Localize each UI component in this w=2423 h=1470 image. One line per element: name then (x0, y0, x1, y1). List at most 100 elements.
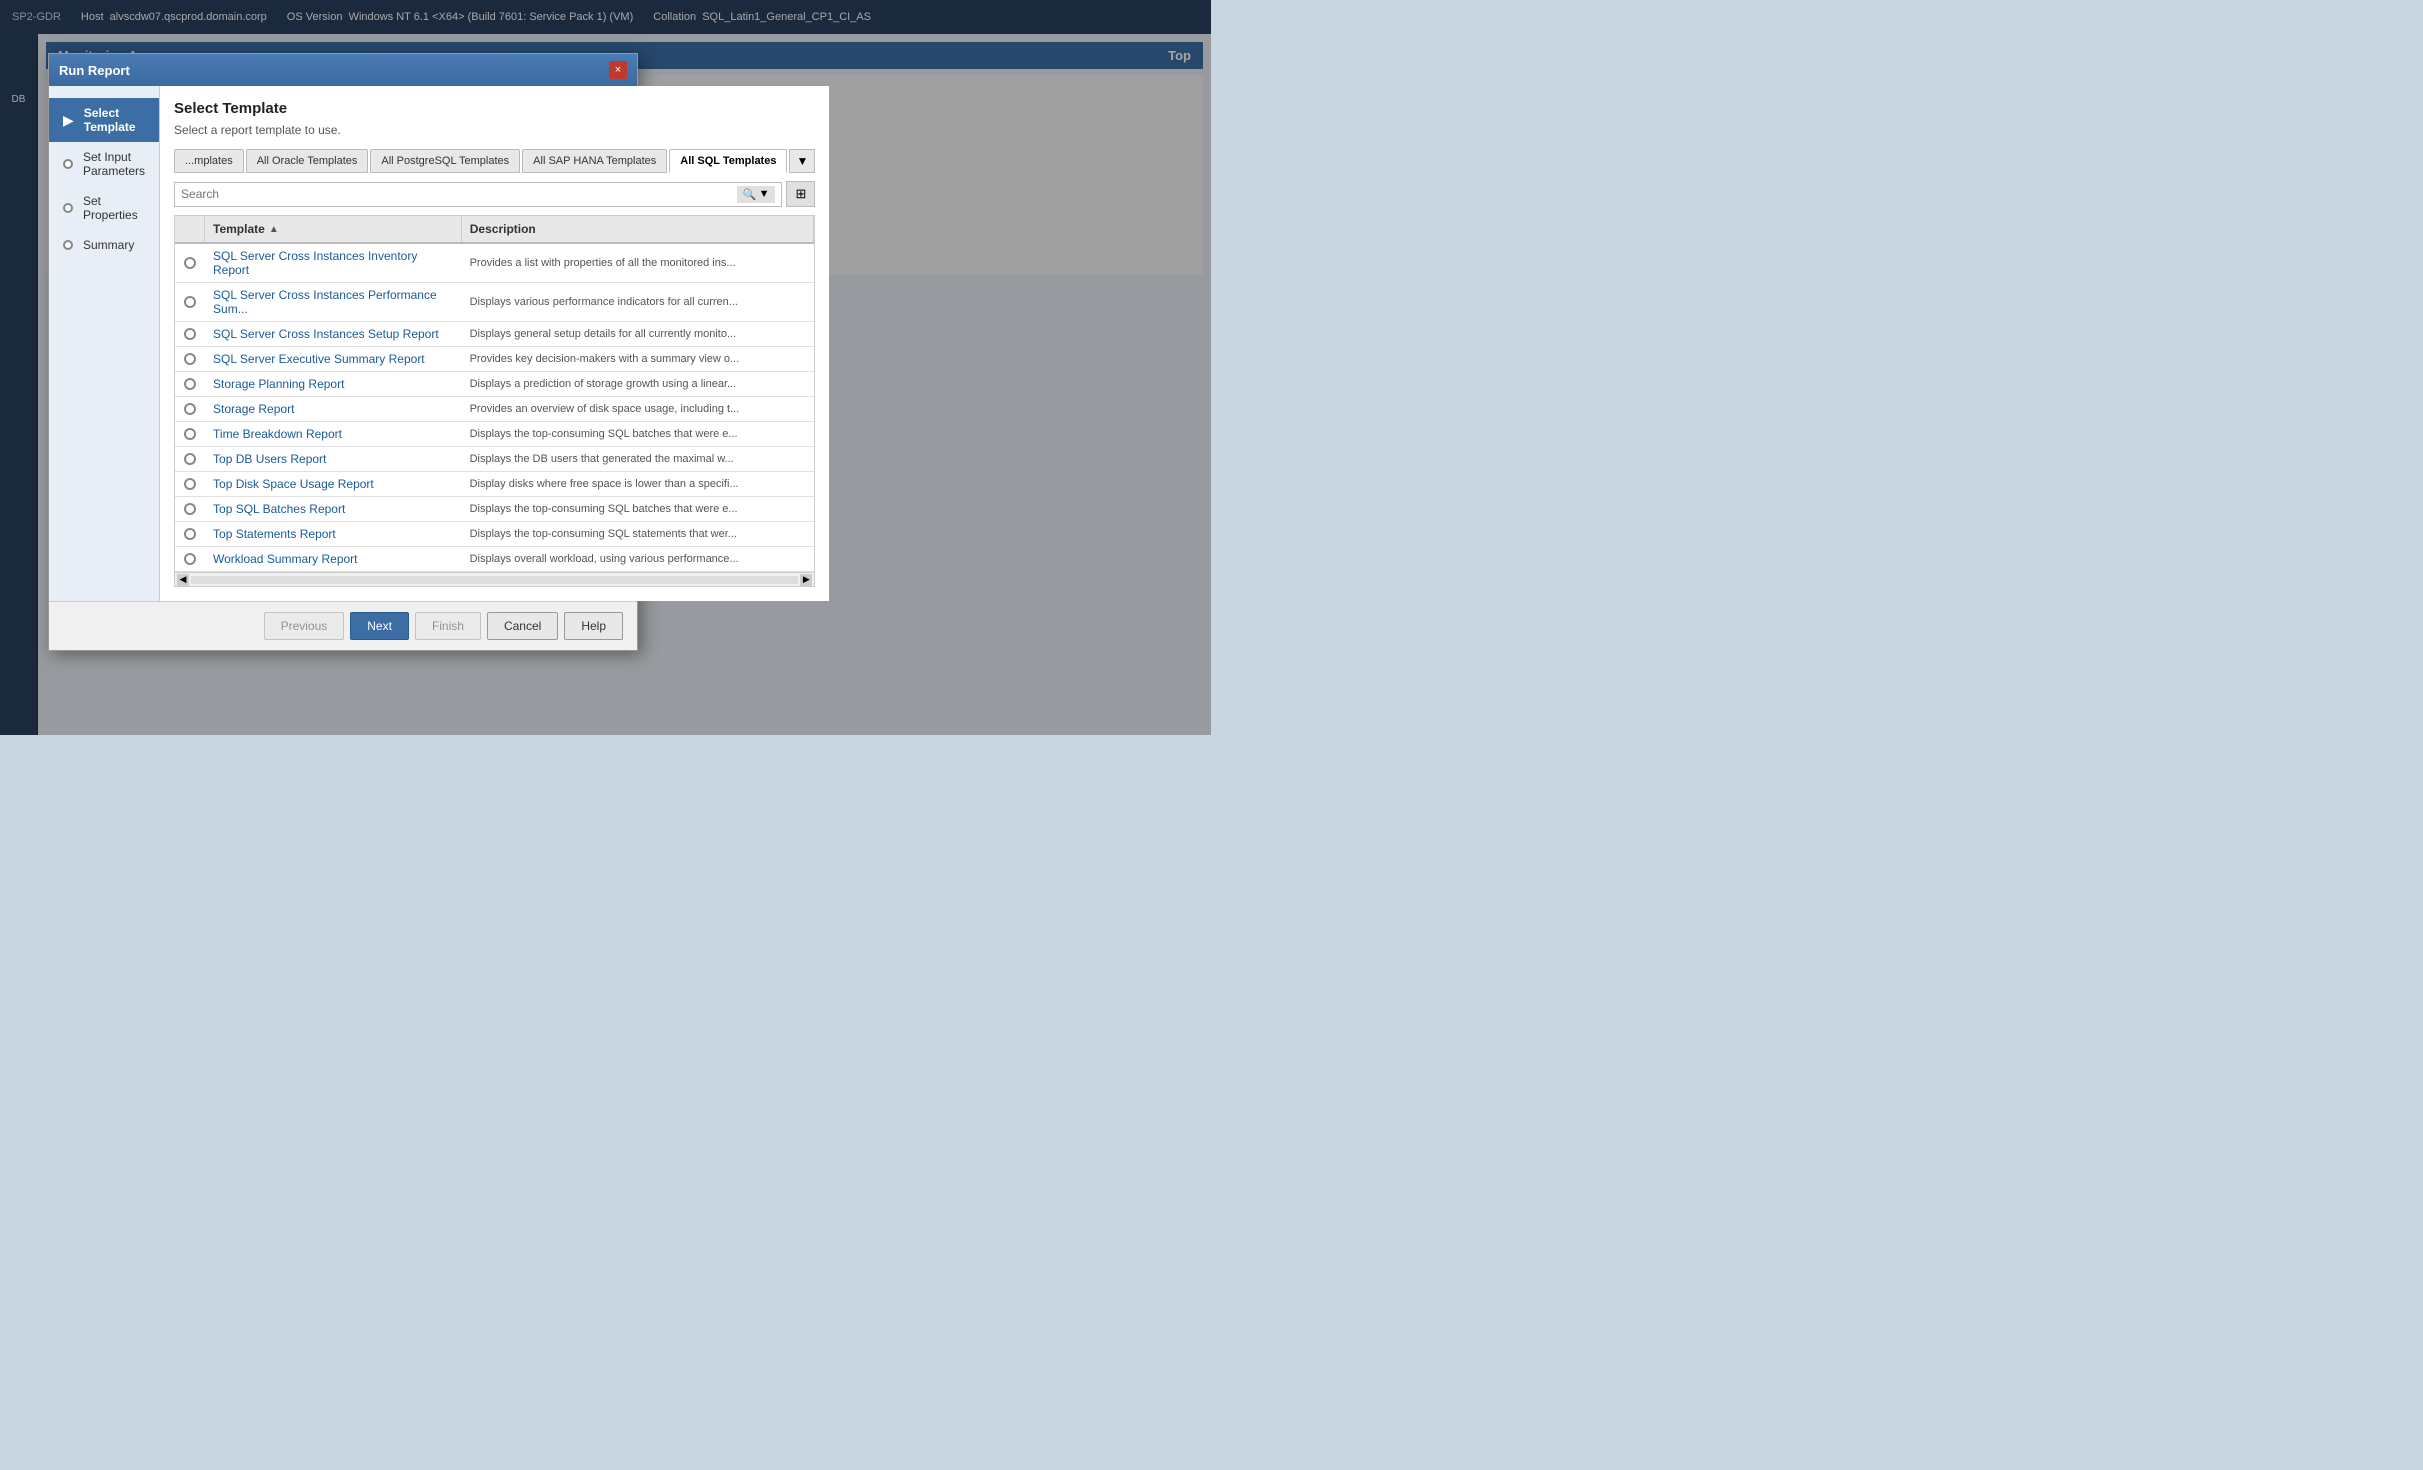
radio-button-5[interactable] (184, 378, 196, 390)
horizontal-scrollbar[interactable]: ◀ ▶ (175, 572, 814, 586)
template-cell-5: Storage Planning Report (205, 372, 462, 396)
modal-overlay: Run Report × ▶ Select Template Set Input… (0, 0, 1211, 735)
wizard-step-summary[interactable]: Summary (49, 230, 159, 260)
radio-cell-12[interactable] (175, 548, 205, 570)
template-cell-10: Top SQL Batches Report (205, 497, 462, 521)
finish-button[interactable]: Finish (415, 612, 481, 640)
col-header-description: Description (462, 216, 815, 242)
scroll-track-h[interactable] (191, 576, 798, 584)
wizard-step-label-4: Summary (83, 238, 134, 252)
radio-cell-6[interactable] (175, 398, 205, 420)
description-cell-8: Displays the DB users that generated the… (462, 448, 815, 470)
radio-button-9[interactable] (184, 478, 196, 490)
active-step-arrow: ▶ (63, 112, 74, 129)
wizard-step-set-properties[interactable]: Set Properties (49, 186, 159, 230)
tab-oracle[interactable]: All Oracle Templates (246, 149, 369, 173)
template-cell-11: Top Statements Report (205, 522, 462, 546)
wizard-step-select-template[interactable]: ▶ Select Template (49, 98, 159, 142)
description-cell-4: Provides key decision-makers with a summ… (462, 348, 815, 370)
radio-button-11[interactable] (184, 528, 196, 540)
template-table: Template ▲ Description SQL Server Cross … (174, 215, 815, 587)
cancel-button[interactable]: Cancel (487, 612, 558, 640)
description-cell-9: Display disks where free space is lower … (462, 473, 815, 495)
radio-button-2[interactable] (184, 296, 196, 308)
radio-button-4[interactable] (184, 353, 196, 365)
modal-body: ▶ Select Template Set Input Parameters S… (49, 86, 637, 601)
search-bar: 🔍 ▼ ⊞ (174, 181, 815, 207)
tab-more-button[interactable]: ▼ (789, 149, 815, 173)
radio-cell-3[interactable] (175, 323, 205, 345)
modal-content-area: Select Template Select a report template… (160, 86, 829, 601)
search-button[interactable]: 🔍 ▼ (737, 186, 776, 203)
radio-cell-11[interactable] (175, 523, 205, 545)
wizard-step-set-input-parameters[interactable]: Set Input Parameters (49, 142, 159, 186)
col-header-radio (175, 216, 205, 242)
tab-mssql[interactable]: ...mplates (174, 149, 244, 173)
search-input[interactable] (181, 187, 733, 201)
table-row[interactable]: Top Disk Space Usage ReportDisplay disks… (175, 472, 814, 497)
radio-cell-8[interactable] (175, 448, 205, 470)
table-row[interactable]: Top SQL Batches ReportDisplays the top-c… (175, 497, 814, 522)
table-row[interactable]: SQL Server Executive Summary ReportProvi… (175, 347, 814, 372)
description-cell-2: Displays various performance indicators … (462, 291, 815, 313)
radio-cell-5[interactable] (175, 373, 205, 395)
radio-button-6[interactable] (184, 403, 196, 415)
table-row[interactable]: SQL Server Cross Instances Performance S… (175, 283, 814, 322)
next-button[interactable]: Next (350, 612, 409, 640)
description-cell-1: Provides a list with properties of all t… (462, 252, 815, 274)
description-cell-5: Displays a prediction of storage growth … (462, 373, 815, 395)
radio-cell-7[interactable] (175, 423, 205, 445)
description-cell-3: Displays general setup details for all c… (462, 323, 815, 345)
table-row[interactable]: SQL Server Cross Instances Inventory Rep… (175, 244, 814, 283)
filter-button[interactable]: ⊞ (786, 181, 815, 207)
template-cell-4: SQL Server Executive Summary Report (205, 347, 462, 371)
content-subtitle: Select a report template to use. (174, 123, 815, 137)
scroll-left-arrow[interactable]: ◀ (177, 574, 189, 586)
table-row[interactable]: Storage ReportProvides an overview of di… (175, 397, 814, 422)
table-row[interactable]: Time Breakdown ReportDisplays the top-co… (175, 422, 814, 447)
help-button[interactable]: Help (564, 612, 623, 640)
modal-close-button[interactable]: × (609, 61, 627, 79)
radio-button-12[interactable] (184, 553, 196, 565)
tab-saphana[interactable]: All SAP HANA Templates (522, 149, 667, 173)
table-row[interactable]: SQL Server Cross Instances Setup ReportD… (175, 322, 814, 347)
radio-button-3[interactable] (184, 328, 196, 340)
description-cell-10: Displays the top-consuming SQL batches t… (462, 498, 815, 520)
radio-cell-10[interactable] (175, 498, 205, 520)
radio-button-7[interactable] (184, 428, 196, 440)
wizard-sidebar: ▶ Select Template Set Input Parameters S… (49, 86, 160, 601)
description-cell-11: Displays the top-consuming SQL statement… (462, 523, 815, 545)
table-body: SQL Server Cross Instances Inventory Rep… (175, 244, 814, 572)
search-icon: 🔍 (743, 188, 757, 201)
radio-cell-9[interactable] (175, 473, 205, 495)
template-cell-3: SQL Server Cross Instances Setup Report (205, 322, 462, 346)
description-cell-12: Displays overall workload, using various… (462, 548, 815, 570)
col-header-template[interactable]: Template ▲ (205, 216, 462, 242)
table-row[interactable]: Workload Summary ReportDisplays overall … (175, 547, 814, 572)
sort-asc-icon: ▲ (269, 224, 279, 235)
table-row[interactable]: Top Statements ReportDisplays the top-co… (175, 522, 814, 547)
table-header: Template ▲ Description (175, 216, 814, 244)
modal-footer: Previous Next Finish Cancel Help (49, 601, 637, 650)
tabs-bar: ...mplates All Oracle Templates All Post… (174, 149, 815, 173)
radio-button-10[interactable] (184, 503, 196, 515)
search-dropdown-arrow: ▼ (759, 188, 770, 200)
previous-button[interactable]: Previous (264, 612, 345, 640)
content-title: Select Template (174, 100, 815, 117)
search-input-wrap: 🔍 ▼ (174, 182, 782, 207)
table-row[interactable]: Top DB Users ReportDisplays the DB users… (175, 447, 814, 472)
table-row[interactable]: Storage Planning ReportDisplays a predic… (175, 372, 814, 397)
scroll-right-arrow[interactable]: ▶ (800, 574, 812, 586)
radio-button-1[interactable] (184, 257, 196, 269)
radio-cell-4[interactable] (175, 348, 205, 370)
col-description-label: Description (470, 222, 536, 236)
modal-dialog: Run Report × ▶ Select Template Set Input… (48, 53, 638, 651)
tab-postgresql[interactable]: All PostgreSQL Templates (370, 149, 520, 173)
tab-sql[interactable]: All SQL Templates (669, 149, 787, 173)
radio-cell-1[interactable] (175, 252, 205, 274)
radio-button-8[interactable] (184, 453, 196, 465)
col-template-label: Template (213, 222, 265, 236)
step-dot-2 (63, 159, 73, 169)
modal-title: Run Report (59, 63, 130, 78)
radio-cell-2[interactable] (175, 291, 205, 313)
